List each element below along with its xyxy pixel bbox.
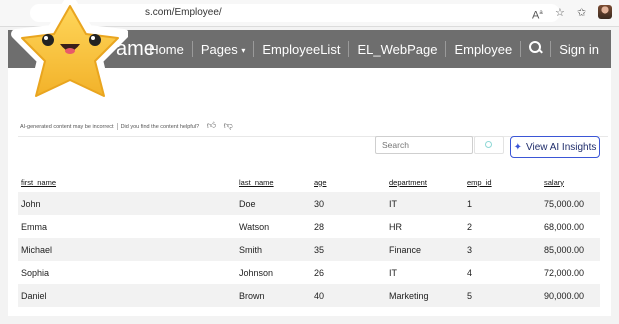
nav-el-webpage[interactable]: EL_WebPage (349, 42, 445, 57)
star-mascot-sticker (11, 0, 128, 107)
cell-salary: 85,000.00 (541, 238, 600, 261)
cell-salary: 68,000.00 (541, 215, 600, 238)
column-header-first-name[interactable]: first_name (18, 172, 236, 192)
ai-button-label: View AI Insights (525, 141, 597, 153)
search-input[interactable] (375, 136, 473, 154)
profile-avatar[interactable] (598, 5, 612, 19)
star-outline-icon[interactable]: ☆ (555, 6, 565, 20)
cell-last-name: Smith (236, 238, 311, 261)
cell-emp-id: 3 (464, 238, 541, 261)
feedback-question: Did you find the content helpful? (120, 124, 200, 130)
browser-window: s.com/Employee/ Aa ☆ ✩ ame Home Pages ▾ … (0, 0, 619, 324)
cell-age: 40 (311, 284, 386, 307)
cell-age: 28 (311, 215, 386, 238)
cell-emp-id: 2 (464, 215, 541, 238)
ai-disclaimer: AI-generated content may be incorrect (20, 124, 114, 130)
cell-age: 30 (311, 192, 386, 215)
nav-menu: Home Pages ▾ EmployeeList EL_WebPage Emp… (141, 30, 607, 68)
feedback-divider (116, 123, 118, 131)
table-header-row: first_name last_name age department emp_… (18, 172, 600, 192)
cell-last-name: Doe (236, 192, 311, 215)
cell-emp-id: 4 (464, 261, 541, 284)
search-button[interactable] (474, 136, 504, 154)
cell-department: IT (386, 261, 464, 284)
nav-sign-in[interactable]: Sign in (551, 42, 607, 57)
favorites-icon[interactable]: ✩ (577, 6, 586, 20)
table-row: Emma Watson 28 HR 2 68,000.00 (18, 215, 600, 238)
chevron-down-icon: ▾ (241, 45, 246, 55)
ai-feedback-bar: AI-generated content may be incorrect Did… (20, 120, 233, 131)
table-row: Daniel Brown 40 Marketing 5 90,000.00 (18, 284, 600, 307)
read-aloud-icon[interactable]: Aa (532, 6, 543, 23)
nav-search-button[interactable] (521, 41, 550, 57)
nav-pages-label: Pages (200, 41, 238, 57)
view-ai-insights-button[interactable]: ✦ View AI Insights (510, 136, 600, 158)
column-header-age[interactable]: age (311, 172, 386, 192)
cell-emp-id: 5 (464, 284, 541, 307)
table-row: Sophia Johnson 26 IT 4 72,000.00 (18, 261, 600, 284)
cell-salary: 72,000.00 (541, 261, 600, 284)
cell-last-name: Brown (236, 284, 311, 307)
cell-department: HR (386, 215, 464, 238)
cell-department: IT (386, 192, 464, 215)
sparkle-icon: ✦ (513, 141, 522, 153)
cell-last-name: Johnson (236, 261, 311, 284)
search-icon (485, 141, 493, 149)
cell-salary: 75,000.00 (541, 192, 600, 215)
employee-table: first_name last_name age department emp_… (18, 172, 600, 307)
cell-department: Marketing (386, 284, 464, 307)
table-row: John Doe 30 IT 1 75,000.00 (18, 192, 600, 215)
cell-first-name: John (18, 192, 236, 215)
thumbs-up-icon[interactable]: 👍︎ (207, 120, 216, 131)
column-header-salary[interactable]: salary (541, 172, 600, 192)
nav-home[interactable]: Home (141, 42, 192, 57)
cell-first-name: Michael (18, 238, 236, 261)
cell-emp-id: 1 (464, 192, 541, 215)
cell-department: Finance (386, 238, 464, 261)
cell-salary: 90,000.00 (541, 284, 600, 307)
search-icon (529, 41, 542, 54)
thumbs-down-icon[interactable]: 👎︎ (224, 120, 233, 131)
nav-employee[interactable]: Employee (446, 42, 520, 57)
table-row: Michael Smith 35 Finance 3 85,000.00 (18, 238, 600, 261)
cell-last-name: Watson (236, 215, 311, 238)
nav-pages-dropdown[interactable]: Pages ▾ (193, 42, 254, 57)
cell-first-name: Sophia (18, 261, 236, 284)
cell-age: 26 (311, 261, 386, 284)
cell-first-name: Emma (18, 215, 236, 238)
cell-age: 35 (311, 238, 386, 261)
column-header-department[interactable]: department (386, 172, 464, 192)
column-header-emp-id[interactable]: emp_id (464, 172, 541, 192)
cell-first-name: Daniel (18, 284, 236, 307)
column-header-last-name[interactable]: last_name (236, 172, 311, 192)
nav-employee-list[interactable]: EmployeeList (254, 42, 348, 57)
